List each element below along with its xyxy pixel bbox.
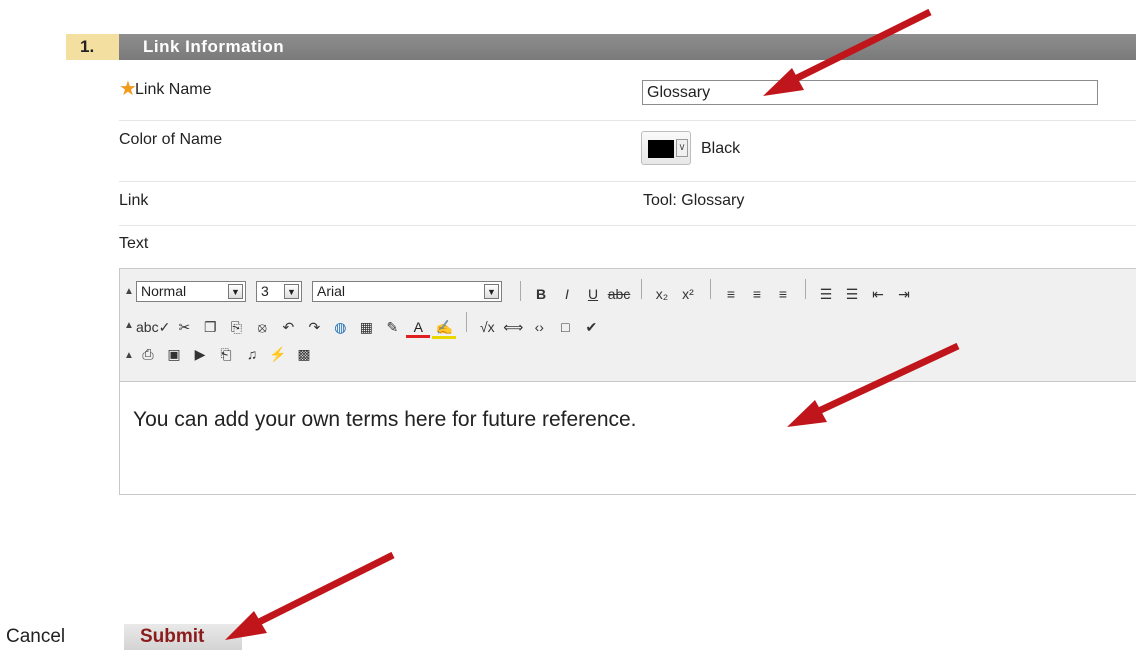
- toolbar-separator: [520, 281, 521, 301]
- color-of-name-row: Color of Name ∨ Black: [119, 121, 1136, 182]
- source-code-icon[interactable]: ‹›: [527, 319, 551, 335]
- text-editor: ▲ Normal ▼ 3 ▼ Arial ▼ B I Uabc x₂ x² ≡ ≡ ≡ ☰ ☰ ⇤ ⇥…: [119, 268, 1136, 495]
- dropdown-arrow-icon: ▼: [484, 283, 499, 299]
- toolbar-row-1: ▲ Normal ▼ 3 ▼ Arial ▼ B I Uabc x₂ x² ≡ ≡ ≡ ☰ ☰ ⇤ ⇥: [124, 277, 918, 305]
- unlink-icon[interactable]: ⦻: [250, 319, 274, 336]
- insert-media-icon[interactable]: ▶: [188, 346, 212, 363]
- toolbar-row-3: ▲ ⎙ ▣ ▶ ⎗ ♫ ⚡ ▩: [124, 341, 318, 369]
- insert-flash-icon[interactable]: ⚡: [266, 346, 290, 363]
- section-number: 1.: [66, 34, 119, 60]
- bullet-list-icon[interactable]: ☰: [840, 286, 864, 303]
- check-link-icon[interactable]: ✔: [579, 319, 603, 336]
- align-left-icon[interactable]: ≡: [719, 286, 743, 302]
- copy-icon[interactable]: ❐: [198, 319, 222, 336]
- editor-toolbar: ▲ Normal ▼ 3 ▼ Arial ▼ B I Uabc x₂ x² ≡ ≡ ≡ ☰ ☰ ⇤ ⇥…: [120, 269, 1136, 382]
- bold-icon[interactable]: B: [529, 286, 553, 302]
- color-picker-button[interactable]: ∨: [641, 131, 691, 165]
- link-row: Link Tool: Glossary: [119, 182, 1136, 226]
- format-select[interactable]: Normal ▼: [136, 280, 246, 302]
- toolbar-separator: [641, 278, 642, 299]
- text-row: Text: [119, 226, 1136, 266]
- table-icon[interactable]: ▦: [354, 319, 378, 336]
- collapse-toggle-icon[interactable]: ▲: [124, 320, 136, 331]
- arrow-submit: [245, 551, 395, 632]
- link-label: Link: [119, 192, 149, 209]
- format-select-value: Normal: [141, 282, 187, 299]
- cancel-button[interactable]: Cancel: [0, 624, 124, 650]
- editor-content[interactable]: You can add your own terms here for futu…: [120, 382, 1136, 494]
- color-of-name-label: Color of Name: [119, 131, 223, 148]
- strikethrough-icon[interactable]: abc: [607, 286, 631, 302]
- row1-buttons: B I Uabc x₂ x² ≡ ≡ ≡ ☰ ☰ ⇤ ⇥: [529, 278, 918, 304]
- row2-buttons: abc✓ ✂ ❐ ⎘ ⦻ ↶ ↷ ◍ ▦ ✎ A ✍ √x ⟺ ‹› □ ✔: [136, 311, 605, 339]
- highlight-icon[interactable]: ✍: [432, 319, 457, 339]
- dropdown-arrow-icon: ▼: [284, 283, 299, 299]
- size-select[interactable]: 3 ▼: [256, 280, 302, 302]
- indent-icon[interactable]: ⇥: [892, 286, 916, 303]
- dropdown-arrow-icon: ▼: [228, 283, 243, 299]
- italic-icon[interactable]: I: [555, 286, 579, 302]
- row3-buttons: ⎙ ▣ ▶ ⎗ ♫ ⚡ ▩: [136, 346, 318, 364]
- numbered-list-icon[interactable]: ☰: [814, 286, 838, 303]
- pencil-icon[interactable]: ✎: [380, 319, 404, 336]
- toolbar-separator: [710, 278, 711, 299]
- align-right-icon[interactable]: ≡: [771, 286, 795, 302]
- submit-button[interactable]: Submit: [124, 624, 242, 650]
- size-select-value: 3: [261, 282, 269, 299]
- link-name-label: Link Name: [135, 81, 212, 98]
- collapse-toggle-icon[interactable]: ▲: [124, 286, 136, 297]
- html-icon[interactable]: ⟺: [501, 319, 525, 336]
- link-value: Tool: Glossary: [643, 192, 745, 209]
- insert-image-icon[interactable]: ▣: [162, 346, 186, 363]
- insert-file-icon[interactable]: ⎗: [214, 346, 238, 363]
- editor-text: You can add your own terms here for futu…: [133, 408, 637, 431]
- chevron-down-icon: ∨: [676, 139, 688, 157]
- preview-icon[interactable]: □: [553, 319, 577, 335]
- link-name-row: ★ Link Name: [119, 78, 1136, 121]
- cut-icon[interactable]: ✂: [172, 319, 196, 336]
- collapse-toggle-icon[interactable]: ▲: [124, 350, 136, 361]
- subscript-icon[interactable]: x₂: [650, 286, 674, 302]
- outdent-icon[interactable]: ⇤: [866, 286, 890, 303]
- math-icon[interactable]: √x: [475, 319, 499, 335]
- font-select-value: Arial: [317, 282, 346, 299]
- superscript-icon[interactable]: x²: [676, 286, 700, 302]
- text-label: Text: [119, 235, 149, 252]
- web-link-icon[interactable]: ◍: [328, 319, 352, 336]
- toolbar-separator: [805, 278, 806, 299]
- undo-icon[interactable]: ↶: [276, 319, 300, 336]
- align-center-icon[interactable]: ≡: [745, 286, 769, 302]
- underline-icon[interactable]: U: [581, 286, 605, 302]
- paste-icon[interactable]: ⎘: [224, 319, 248, 336]
- spellcheck-icon[interactable]: abc✓: [136, 319, 170, 336]
- insert-audio-icon[interactable]: ♫: [240, 346, 264, 362]
- color-name-label: Black: [701, 140, 741, 157]
- toolbar-row-2: ▲ abc✓ ✂ ❐ ⎘ ⦻ ↶ ↷ ◍ ▦ ✎ A ✍ √x ⟺ ‹› □ ✔: [124, 311, 605, 339]
- mashup-icon[interactable]: ▩: [292, 346, 316, 363]
- toolbar-separator: [466, 311, 468, 332]
- color-swatch: [648, 140, 674, 158]
- redo-icon[interactable]: ↷: [302, 319, 326, 336]
- attach-file-icon[interactable]: ⎙: [136, 346, 160, 363]
- section-title: Link Information: [119, 34, 1136, 60]
- font-color-icon[interactable]: A: [406, 319, 431, 338]
- font-select[interactable]: Arial ▼: [312, 280, 502, 302]
- link-name-input[interactable]: [642, 80, 1098, 105]
